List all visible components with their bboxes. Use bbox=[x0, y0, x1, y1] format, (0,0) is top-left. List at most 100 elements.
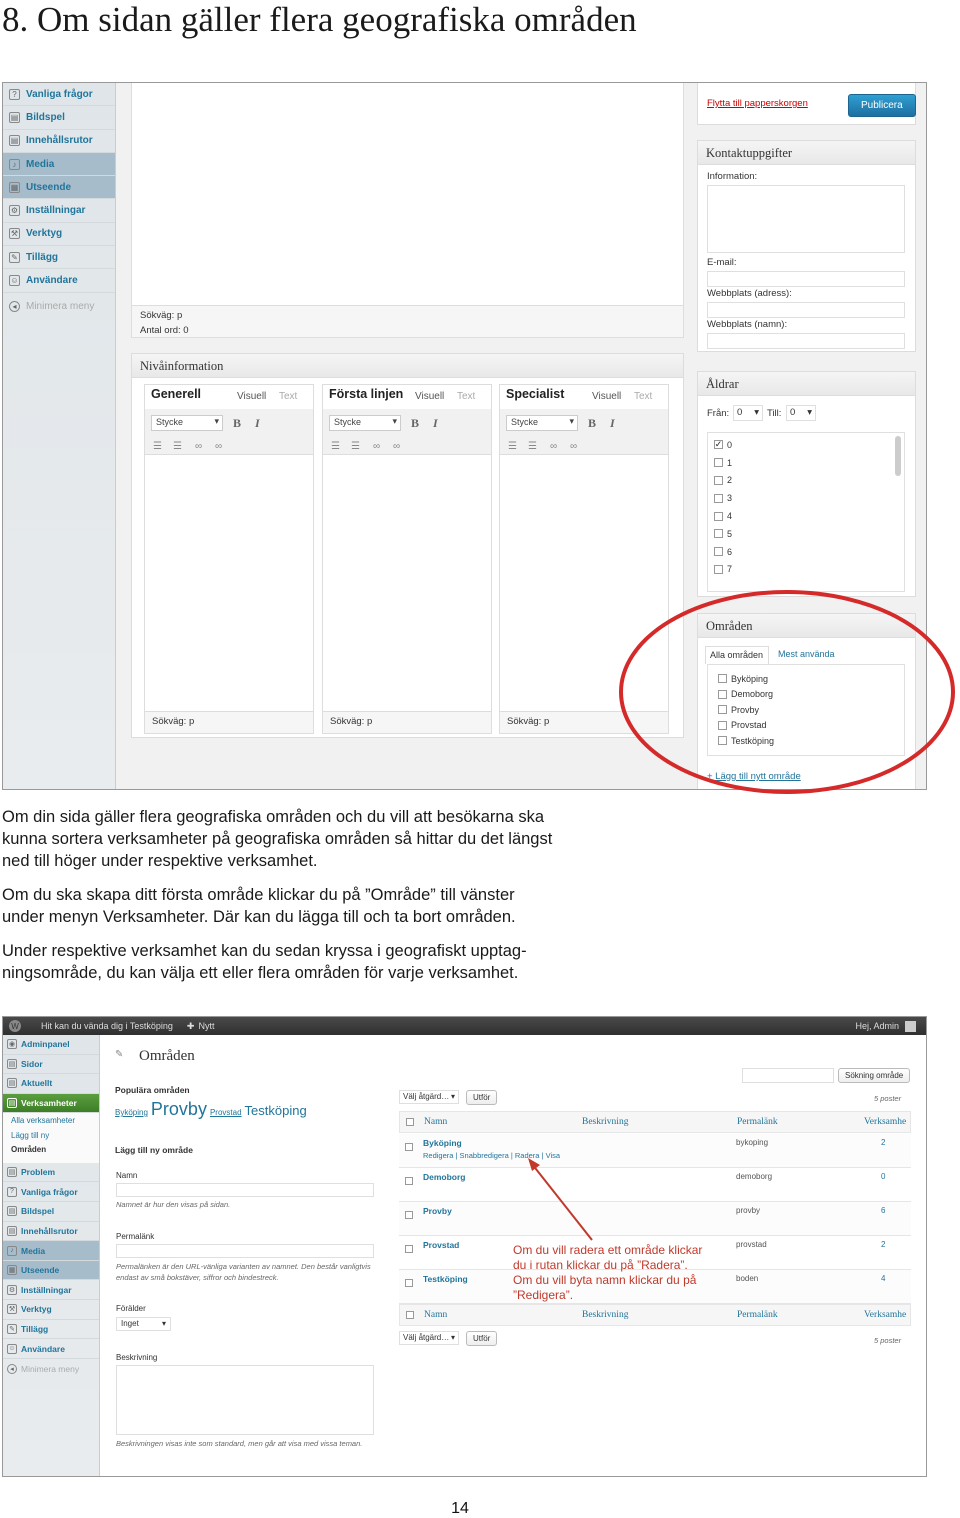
column-header[interactable]: Namn bbox=[424, 1310, 447, 1320]
format-select[interactable]: Stycke bbox=[151, 415, 223, 431]
sidebar-item[interactable]: ? Vanliga frågor bbox=[3, 83, 115, 107]
to-select[interactable]: 0 ▾ bbox=[786, 405, 816, 421]
sidebar-item[interactable]: ☺ Användare bbox=[3, 1339, 99, 1359]
age-option[interactable]: 4 bbox=[714, 507, 898, 525]
description-input[interactable] bbox=[116, 1365, 374, 1435]
italic-icon[interactable]: I bbox=[255, 416, 260, 431]
sidebar-item[interactable]: ▤ Bildspel bbox=[3, 1202, 99, 1222]
age-option[interactable]: ✓ 0 bbox=[714, 436, 898, 454]
submenu-item[interactable]: Lägg till ny bbox=[3, 1127, 99, 1143]
row-name-link[interactable]: Provby bbox=[423, 1206, 452, 1216]
avatar[interactable] bbox=[905, 1020, 916, 1032]
age-option[interactable]: 1 bbox=[714, 454, 898, 472]
sidebar-item[interactable]: ▤ Innehållsrutor bbox=[3, 1222, 99, 1242]
apply-button-bottom[interactable]: Utför bbox=[466, 1331, 498, 1346]
popular-tag-link[interactable]: Testköping bbox=[245, 1103, 307, 1118]
checkbox[interactable]: ✓ bbox=[714, 440, 723, 450]
popular-tag-link[interactable]: Byköping bbox=[115, 1108, 148, 1117]
italic-icon[interactable]: I bbox=[610, 416, 615, 431]
sidebar-item[interactable]: ▤ Bildspel bbox=[3, 106, 115, 130]
website-address-input[interactable] bbox=[707, 302, 905, 318]
column-header[interactable]: Beskrivning bbox=[582, 1117, 628, 1127]
editor-area[interactable] bbox=[145, 455, 313, 713]
scrollbar[interactable] bbox=[895, 436, 901, 476]
bold-icon[interactable]: B bbox=[588, 416, 596, 431]
tab-visual[interactable]: Visuell bbox=[237, 391, 266, 402]
admin-bar-new[interactable]: Nytt bbox=[198, 1021, 214, 1031]
unlink-icon[interactable]: ∞ bbox=[215, 441, 228, 452]
bulk-action-select[interactable]: Välj åtgärd… ▾ bbox=[399, 1090, 459, 1104]
popular-tag-link[interactable]: Provby bbox=[151, 1099, 207, 1119]
sidebar-item[interactable]: ♪ Media bbox=[3, 152, 115, 177]
row-count-link[interactable]: 6 bbox=[881, 1206, 885, 1215]
from-select[interactable]: 0 ▾ bbox=[733, 405, 763, 421]
sidebar-item[interactable]: ⚒ Verktyg bbox=[3, 1300, 99, 1320]
tab-text[interactable]: Text bbox=[634, 391, 652, 402]
age-option[interactable]: 2 bbox=[714, 472, 898, 490]
minimize-menu[interactable]: ◂ Minimera meny bbox=[3, 295, 115, 318]
trash-link[interactable]: Flytta till papperskorgen bbox=[707, 98, 808, 109]
tab-visual[interactable]: Visuell bbox=[592, 391, 621, 402]
search-input[interactable] bbox=[742, 1068, 834, 1083]
bullet-list-icon[interactable]: ☰ bbox=[331, 441, 346, 452]
select-all-checkbox[interactable] bbox=[406, 1118, 414, 1126]
link-icon[interactable]: ∞ bbox=[195, 441, 208, 452]
column-header[interactable]: Permalänk bbox=[737, 1117, 778, 1127]
tab-text[interactable]: Text bbox=[279, 391, 297, 402]
admin-bar-site[interactable]: Hit kan du vända dig i Testköping bbox=[41, 1021, 173, 1031]
submenu-item[interactable]: Områden bbox=[3, 1142, 99, 1157]
editor-area[interactable] bbox=[323, 455, 491, 713]
sidebar-item[interactable]: ? Vanliga frågor bbox=[3, 1182, 99, 1203]
website-name-input[interactable] bbox=[707, 333, 905, 349]
row-name-link[interactable]: Provstad bbox=[423, 1240, 459, 1250]
tab-visual[interactable]: Visuell bbox=[415, 391, 444, 402]
minimize-menu[interactable]: ◂ Minimera meny bbox=[3, 1359, 99, 1379]
information-input[interactable] bbox=[707, 185, 905, 253]
admin-bar-greeting[interactable]: Hej, Admin bbox=[855, 1021, 899, 1031]
link-icon[interactable]: ∞ bbox=[550, 441, 563, 452]
sidebar-item[interactable]: ▤ Aktuellt bbox=[3, 1074, 99, 1094]
row-count-link[interactable]: 2 bbox=[881, 1138, 885, 1147]
checkbox[interactable] bbox=[714, 511, 723, 521]
sidebar-item[interactable]: ▤ Verksamheter bbox=[3, 1093, 99, 1114]
row-name-link[interactable]: Testköping bbox=[423, 1274, 468, 1284]
bold-icon[interactable]: B bbox=[411, 416, 419, 431]
checkbox[interactable] bbox=[714, 564, 723, 574]
row-name-link[interactable]: Byköping bbox=[423, 1138, 462, 1148]
column-header[interactable]: Permalänk bbox=[737, 1310, 778, 1320]
unlink-icon[interactable]: ∞ bbox=[393, 441, 406, 452]
age-option[interactable]: 3 bbox=[714, 489, 898, 507]
numbered-list-icon[interactable]: ☰ bbox=[528, 441, 543, 452]
unlink-icon[interactable]: ∞ bbox=[570, 441, 583, 452]
sidebar-item[interactable]: ⚒ Verktyg bbox=[3, 223, 115, 247]
column-header[interactable]: Verksamhe bbox=[864, 1310, 906, 1320]
sidebar-item[interactable]: ♪ Media bbox=[3, 1241, 99, 1261]
row-checkbox[interactable] bbox=[405, 1143, 413, 1151]
column-header[interactable]: Namn bbox=[424, 1117, 447, 1127]
age-option[interactable]: 6 bbox=[714, 543, 898, 561]
row-checkbox[interactable] bbox=[405, 1177, 413, 1185]
row-count-link[interactable]: 0 bbox=[881, 1172, 885, 1181]
row-checkbox[interactable] bbox=[405, 1245, 413, 1253]
popular-tag-link[interactable]: Provstad bbox=[210, 1108, 242, 1117]
sidebar-item[interactable]: ✎ Tillägg bbox=[3, 1320, 99, 1340]
publish-button[interactable]: Publicera bbox=[848, 94, 916, 117]
slug-input[interactable] bbox=[116, 1244, 374, 1258]
search-areas-button[interactable]: Sökning område bbox=[838, 1068, 911, 1083]
numbered-list-icon[interactable]: ☰ bbox=[351, 441, 366, 452]
column-header[interactable]: Beskrivning bbox=[582, 1310, 628, 1320]
bullet-list-icon[interactable]: ☰ bbox=[153, 441, 168, 452]
parent-select[interactable]: Inget ▾ bbox=[116, 1317, 171, 1331]
checkbox[interactable] bbox=[714, 529, 723, 539]
select-all-checkbox[interactable] bbox=[406, 1311, 414, 1319]
wordpress-logo-icon[interactable]: W bbox=[9, 1020, 21, 1032]
link-icon[interactable]: ∞ bbox=[373, 441, 386, 452]
row-checkbox[interactable] bbox=[405, 1279, 413, 1287]
name-input[interactable] bbox=[116, 1183, 374, 1197]
numbered-list-icon[interactable]: ☰ bbox=[173, 441, 188, 452]
sidebar-item[interactable]: ✎ Tillägg bbox=[3, 246, 115, 270]
sidebar-item[interactable]: ⚙ Inställningar bbox=[3, 199, 115, 223]
checkbox[interactable] bbox=[714, 547, 723, 557]
column-header[interactable]: Verksamhe bbox=[864, 1117, 906, 1127]
submenu-item[interactable]: Alla verksamheter bbox=[3, 1113, 99, 1128]
